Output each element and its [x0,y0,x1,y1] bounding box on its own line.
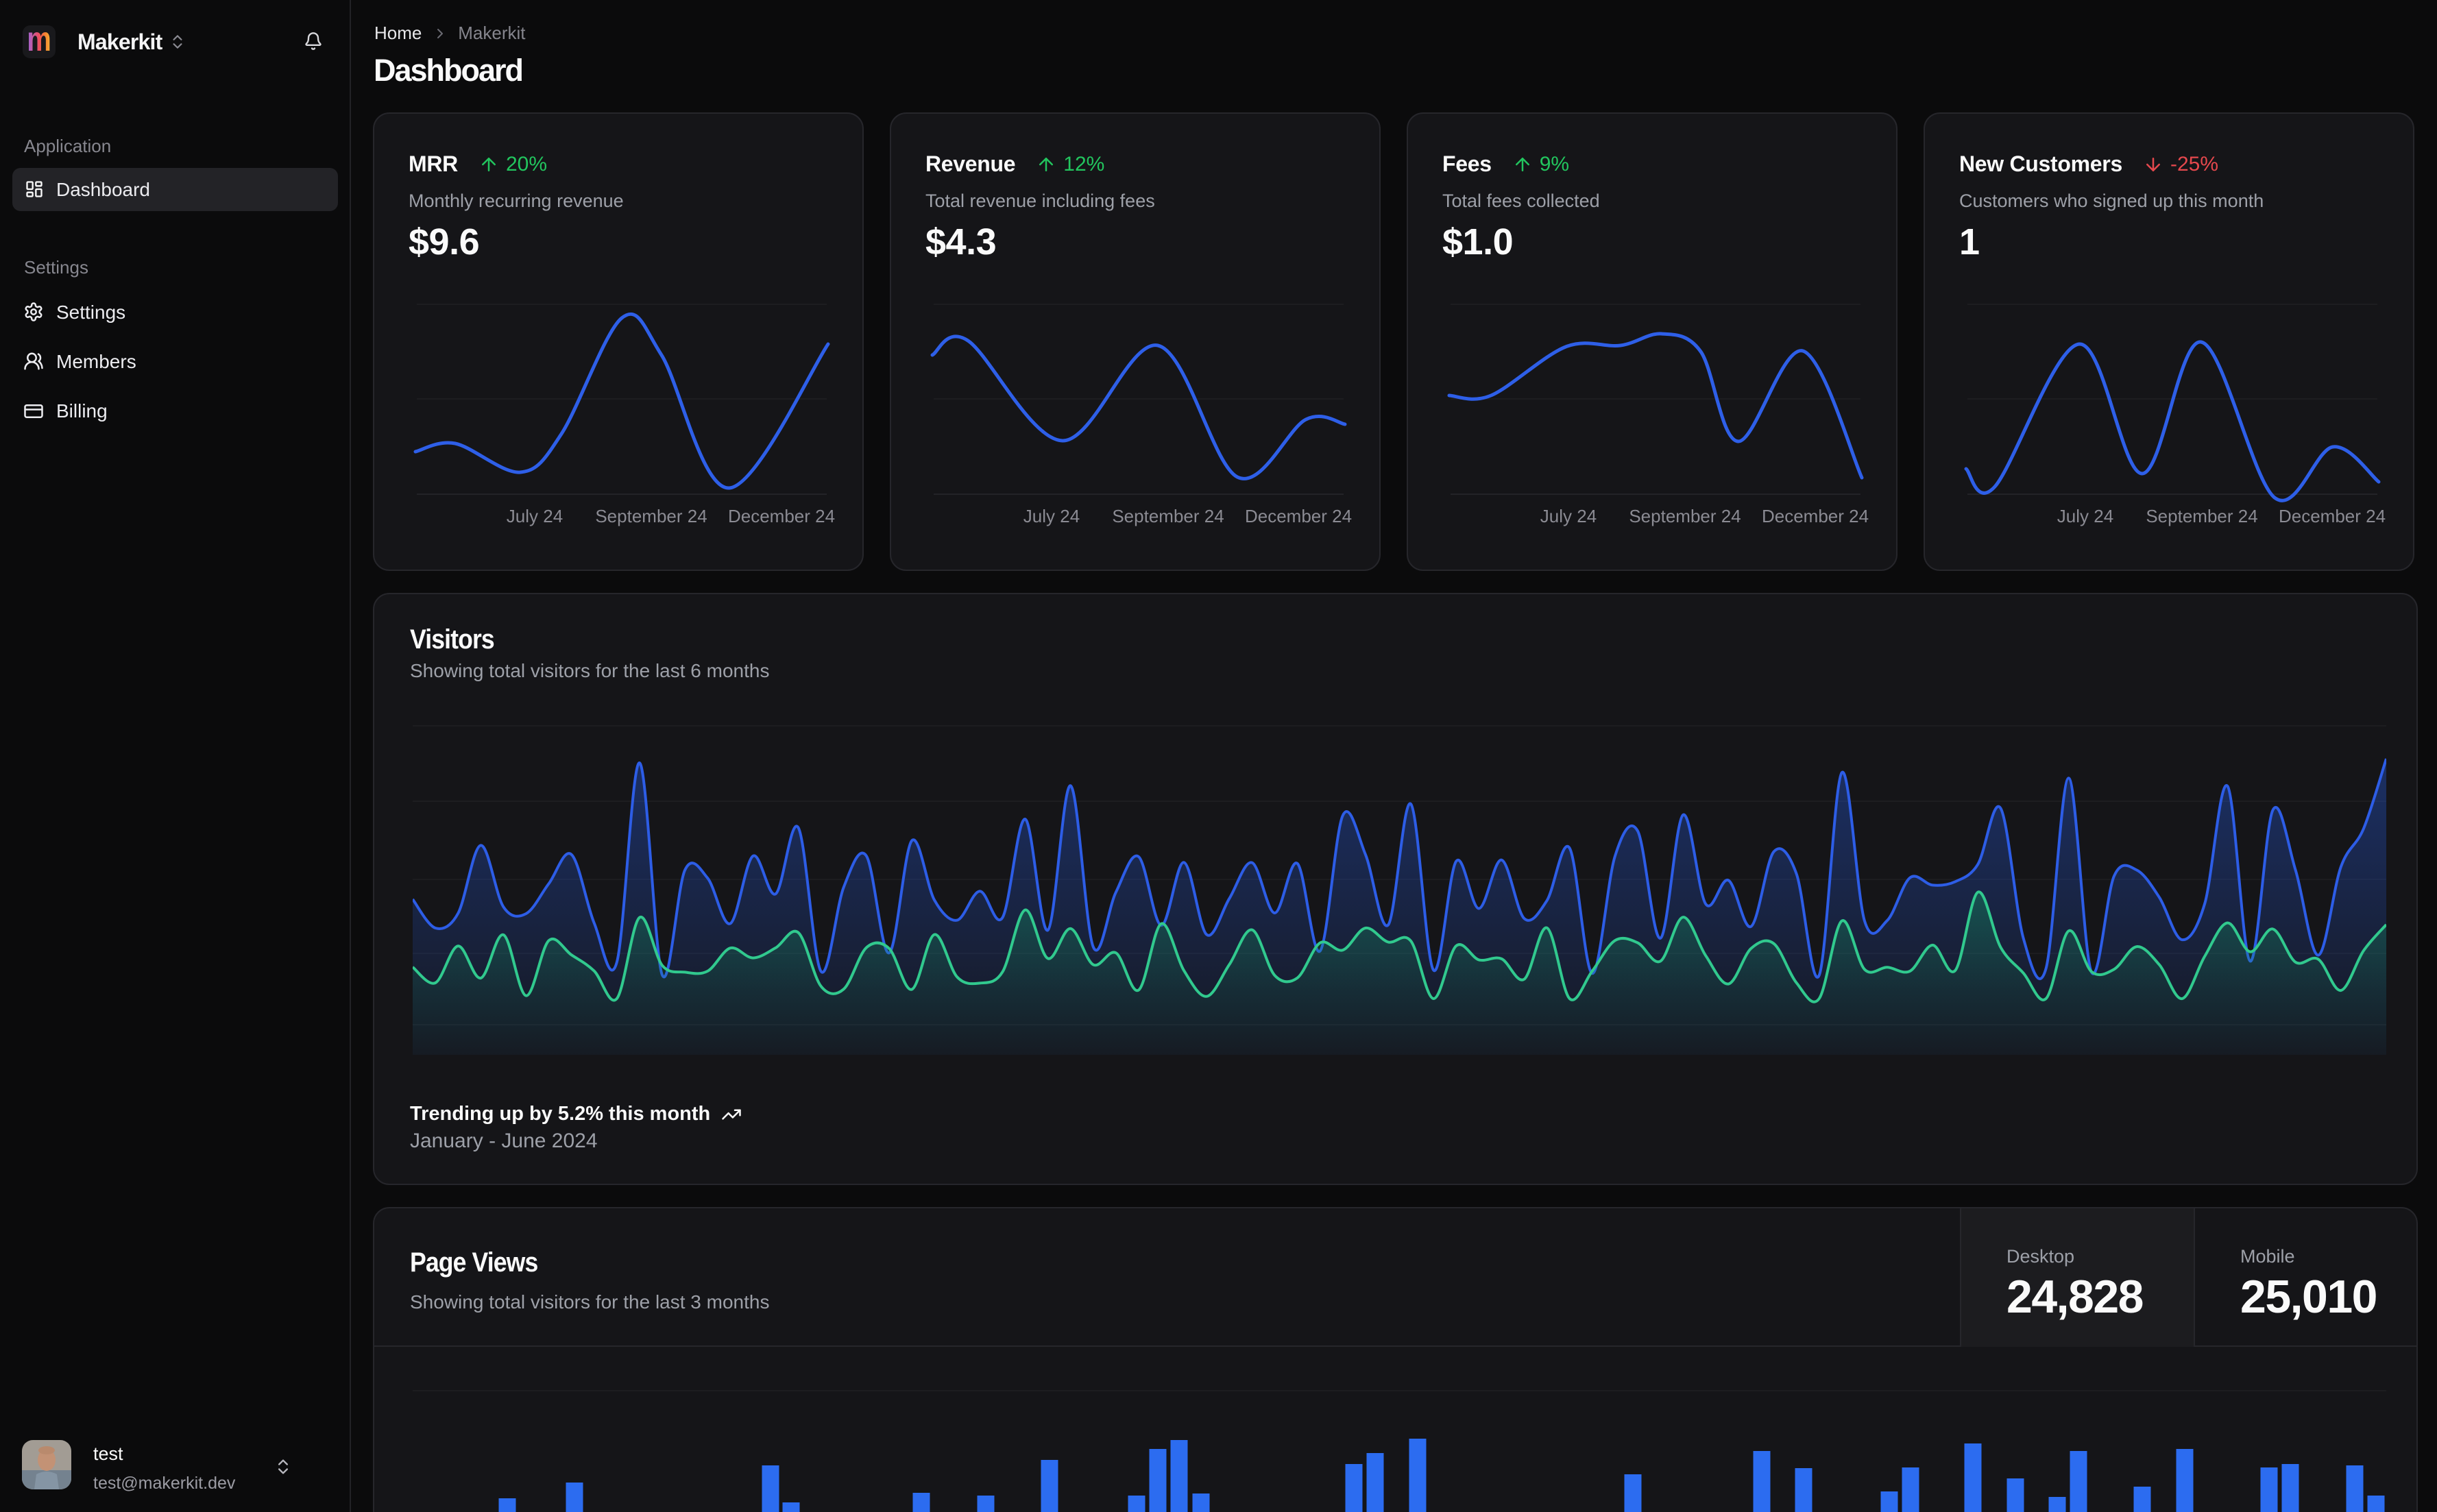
svg-text:m: m [27,25,51,58]
